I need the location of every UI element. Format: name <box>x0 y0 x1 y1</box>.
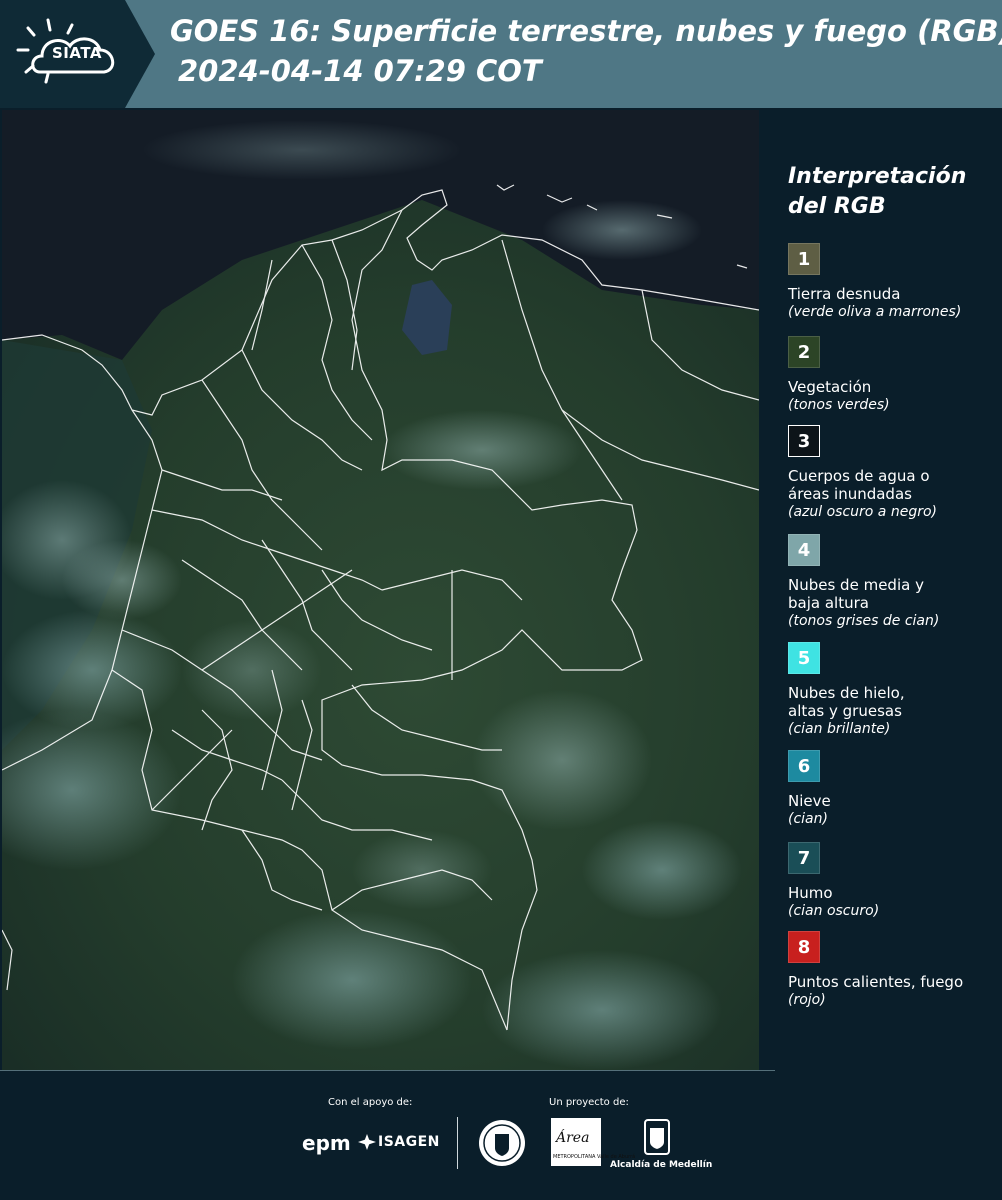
legend-item-desc: (tonos verdes) <box>788 397 890 413</box>
legend-item-fire: 8 Puntos calientes, fuego (rojo) <box>788 931 998 1009</box>
legend-item-label: Tierra desnuda <box>788 285 901 303</box>
legend-swatch: 4 <box>788 534 820 566</box>
legend-swatch: 1 <box>788 243 820 275</box>
siata-logo-text: SIATA <box>52 44 103 62</box>
legend-item-desc: (cian brillante) <box>788 721 891 737</box>
page-timestamp: 2024-04-14 07:29 COT <box>178 54 542 88</box>
support-label: Con el apoyo de: <box>328 1097 413 1108</box>
legend-item-label: Vegetación <box>788 378 872 396</box>
alcaldia-logo-text: Alcaldía de Medellín <box>610 1160 713 1170</box>
legend-item-water: 3 Cuerpos de agua o áreas inundadas (azu… <box>788 425 998 521</box>
legend-item-label: Nieve <box>788 792 831 810</box>
legend-swatch: 6 <box>788 750 820 782</box>
legend-item-ice-clouds: 5 Nubes de hielo, altas y gruesas (cian … <box>788 642 998 738</box>
legend-item-vegetation: 2 Vegetación (tonos verdes) <box>788 336 998 414</box>
isagen-logo: ISAGEN <box>378 1134 440 1150</box>
legend-item-label: Humo <box>788 884 833 902</box>
legend-item-desc: (azul oscuro a negro) <box>788 504 937 520</box>
isagen-icon <box>358 1134 376 1150</box>
legend-swatch: 3 <box>788 425 820 457</box>
satellite-image <box>2 110 759 1070</box>
area-logo-text: Área <box>556 1130 590 1146</box>
legend-item-low-clouds: 4 Nubes de media y baja altura (tonos gr… <box>788 534 998 630</box>
legend-item-desc: (cian) <box>788 811 828 827</box>
legend-panel: Interpretación del RGB 1 Tierra desnuda … <box>760 110 1002 1070</box>
siata-logo: SIATA <box>0 0 155 108</box>
legend-item-snow: 6 Nieve (cian) <box>788 750 998 828</box>
legend-swatch: 5 <box>788 642 820 674</box>
legend-item-desc: (tonos grises de cian) <box>788 613 940 629</box>
alcaldia-crest-icon <box>644 1119 670 1155</box>
legend-item-bare-soil: 1 Tierra desnuda (verde oliva a marrones… <box>788 243 998 321</box>
university-seal-icon <box>479 1120 525 1166</box>
legend-title: Interpretación del RGB <box>788 164 967 219</box>
project-label: Un proyecto de: <box>549 1097 629 1108</box>
legend-item-label: Cuerpos de agua o áreas inundadas <box>788 467 930 503</box>
footer-divider <box>457 1117 458 1169</box>
legend-swatch: 8 <box>788 931 820 963</box>
satellite-map <box>2 110 759 1070</box>
legend-item-label: Nubes de hielo, altas y gruesas <box>788 684 905 720</box>
legend-item-desc: (cian oscuro) <box>788 903 880 919</box>
header-bar: SIATA GOES 16: Superficie terrestre, nub… <box>0 0 1002 108</box>
page-title: GOES 16: Superficie terrestre, nubes y f… <box>170 14 1002 48</box>
legend-swatch: 2 <box>788 336 820 368</box>
footer: Con el apoyo de: Un proyecto de: epm ISA… <box>0 1070 1002 1200</box>
legend-item-label: Nubes de media y baja altura <box>788 576 924 612</box>
legend-item-desc: (verde oliva a marrones) <box>788 304 962 320</box>
legend-item-label: Puntos calientes, fuego <box>788 973 964 991</box>
legend-item-desc: (rojo) <box>788 992 826 1008</box>
epm-logo: epm <box>302 1131 351 1155</box>
legend-item-smoke: 7 Humo (cian oscuro) <box>788 842 998 920</box>
legend-swatch: 7 <box>788 842 820 874</box>
